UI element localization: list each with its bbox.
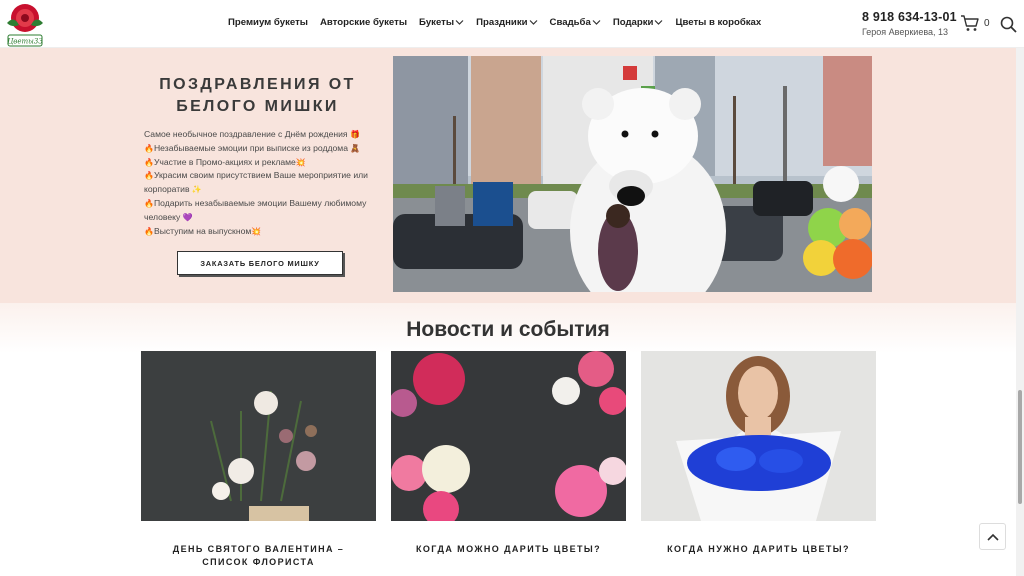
- nav-item-premium[interactable]: Премиум букеты: [228, 17, 308, 28]
- chevron-down-icon: [529, 20, 537, 25]
- sparkle-icon: 💥: [295, 157, 306, 167]
- news-card[interactable]: КОГДА МОЖНО ДАРИТЬ ЦВЕТЫ?: [389, 351, 627, 556]
- news-caption[interactable]: КОГДА МОЖНО ДАРИТЬ ЦВЕТЫ?: [391, 543, 626, 556]
- list-item: 🔥Украсим своим присутствием Ваше меропри…: [144, 170, 368, 195]
- list-item: 🔥Выступим на выпускном💥: [144, 225, 262, 236]
- logo-text: Цветы33: [7, 38, 43, 46]
- news-section: Новости и события ДЕНЬ СВЯТОГО ВАЛЕНТИНА…: [0, 303, 1016, 576]
- list-item: 🔥Подарить незабываемые эмоции Вашему люб…: [144, 197, 367, 222]
- news-image[interactable]: [141, 351, 376, 521]
- list-item: Самое необычное поздравление с Днём рожд…: [144, 129, 360, 139]
- nav-item-wedding[interactable]: Свадьба: [550, 17, 601, 28]
- gift-icon: 🎁: [349, 130, 360, 139]
- chevron-down-icon: [455, 20, 464, 25]
- fire-icon: 🔥: [144, 198, 154, 208]
- cart-icon[interactable]: [960, 14, 980, 32]
- list-item: 🔥Незабываемые эмоции при выписке из родд…: [144, 142, 361, 153]
- sparkle-icon: 💥: [251, 226, 262, 236]
- bear-icon: 🧸: [350, 143, 361, 153]
- heart-icon: 💜: [182, 212, 193, 222]
- list-item: 🔥Участие в Промо-акциях и рекламе💥: [144, 156, 306, 167]
- site-header: Цветы33 Премиум букеты Авторские букеты …: [0, 0, 1024, 48]
- chevron-down-icon: [592, 20, 601, 25]
- news-card[interactable]: КОГДА НУЖНО ДАРИТЬ ЦВЕТЫ?: [641, 351, 876, 556]
- bear-promo-section: ПОЗДРАВЛЕНИЯ ОТ БЕЛОГО МИШКИ Самое необы…: [0, 48, 1016, 303]
- nav-item-boxes[interactable]: Цветы в коробках: [675, 17, 761, 28]
- fire-icon: 🔥: [144, 171, 154, 181]
- fire-icon: 🔥: [144, 157, 154, 167]
- cart-count: 0: [984, 18, 990, 29]
- scrollbar-thumb[interactable]: [1018, 390, 1022, 504]
- nav-item-gifts[interactable]: Подарки: [613, 17, 664, 28]
- order-bear-button[interactable]: ЗАКАЗАТЬ БЕЛОГО МИШКУ: [177, 251, 343, 275]
- section-title: Новости и события: [406, 318, 610, 341]
- news-caption[interactable]: ДЕНЬ СВЯТОГО ВАЛЕНТИНА – СПИСОК ФЛОРИСТА: [141, 543, 376, 568]
- promo-list: Самое необычное поздравление с Днём рожд…: [144, 128, 376, 238]
- nav-item-author[interactable]: Авторские букеты: [320, 17, 407, 28]
- nav-item-bouquets[interactable]: Букеты: [419, 17, 464, 28]
- fire-icon: 🔥: [144, 143, 154, 153]
- promo-title: ПОЗДРАВЛЕНИЯ ОТ БЕЛОГО МИШКИ: [159, 76, 356, 115]
- search-icon[interactable]: [1000, 16, 1017, 33]
- logo[interactable]: Цветы33: [2, 1, 48, 47]
- address: Героя Аверкиева, 13: [862, 27, 949, 37]
- contact-block: 8 918 634-13-01 Героя Аверкиева, 13: [862, 10, 957, 37]
- chevron-up-icon: [986, 533, 999, 541]
- bear-photo: [393, 56, 872, 292]
- scroll-to-top-button[interactable]: [979, 523, 1006, 550]
- news-image[interactable]: [389, 351, 627, 527]
- news-card[interactable]: ДЕНЬ СВЯТОГО ВАЛЕНТИНА – СПИСОК ФЛОРИСТА: [141, 351, 376, 568]
- fire-icon: 🔥: [144, 226, 154, 236]
- phone-link[interactable]: 8 918 634-13-01: [862, 10, 957, 24]
- nav-item-holidays[interactable]: Праздники: [476, 17, 537, 28]
- news-caption[interactable]: КОГДА НУЖНО ДАРИТЬ ЦВЕТЫ?: [641, 543, 876, 556]
- chevron-down-icon: [655, 20, 663, 25]
- main-nav: Премиум букеты Авторские букеты Букеты П…: [228, 17, 773, 28]
- sparkles-icon: ✨: [191, 185, 202, 195]
- news-image[interactable]: [641, 351, 876, 521]
